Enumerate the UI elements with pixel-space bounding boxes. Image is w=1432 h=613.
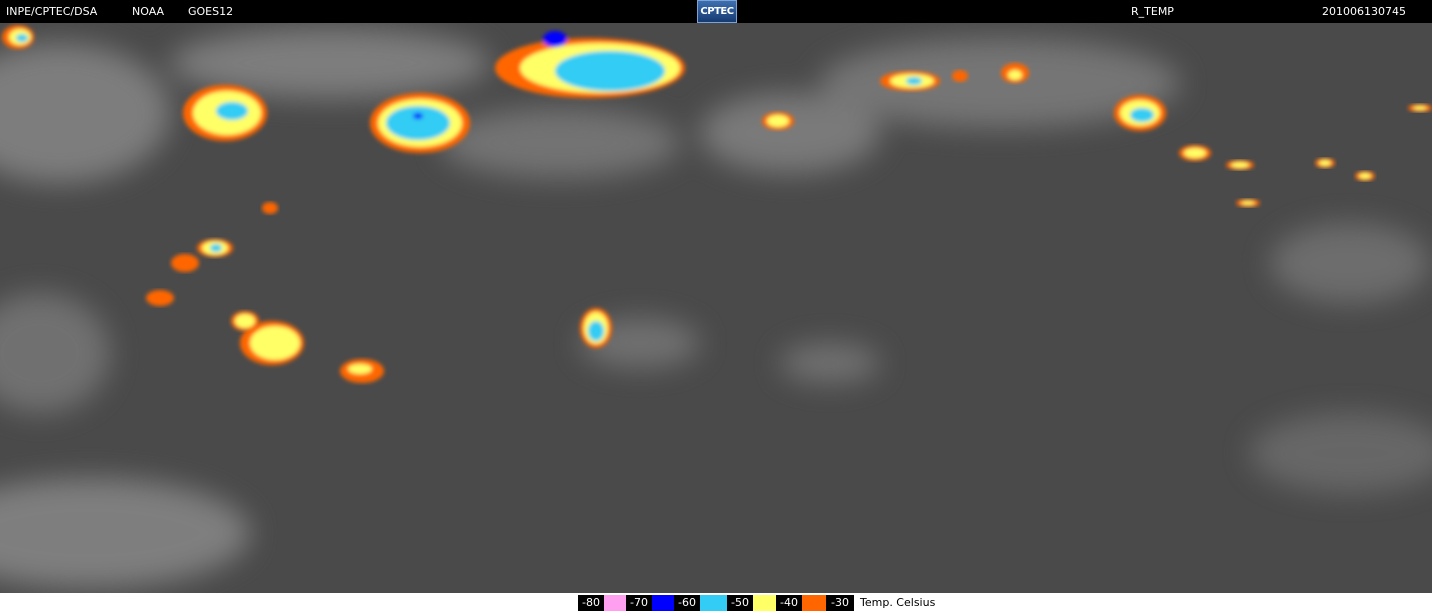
timestamp-label: 201006130745 bbox=[1322, 5, 1406, 18]
storm-cell bbox=[1315, 158, 1335, 168]
source-label: NOAA bbox=[132, 5, 165, 18]
storm-cell bbox=[183, 85, 267, 141]
legend-swatch bbox=[604, 595, 626, 611]
storm-cell bbox=[1179, 145, 1211, 161]
legend-label: -50 bbox=[727, 595, 753, 611]
storm-cell bbox=[952, 70, 968, 82]
storm-cell bbox=[1114, 95, 1166, 131]
satellite-label: GOES12 bbox=[188, 5, 234, 18]
storm-cell bbox=[1236, 199, 1260, 207]
legend-swatch bbox=[700, 595, 727, 611]
storm-cell bbox=[880, 71, 940, 91]
cptec-logo: CPTEC bbox=[697, 0, 737, 23]
legend-unit: Temp. Celsius bbox=[860, 596, 936, 609]
legend-label: -60 bbox=[674, 595, 700, 611]
header-bar: INPE/CPTEC/DSA NOAA GOES12 CPTEC R_TEMP … bbox=[0, 0, 1432, 23]
storm-cell bbox=[762, 112, 794, 130]
legend-swatch bbox=[652, 595, 674, 611]
temperature-legend: -80 -70 -60 -50 -40 -30 Temp. Celsius bbox=[0, 593, 1432, 613]
storm-cell bbox=[340, 359, 384, 383]
storm-cell bbox=[1001, 63, 1029, 83]
storm-cell bbox=[1408, 104, 1432, 112]
legend-label: -80 bbox=[578, 595, 604, 611]
storm-cell bbox=[231, 311, 259, 331]
legend-label: -30 bbox=[826, 595, 854, 611]
storm-cell bbox=[370, 93, 470, 153]
legend-label: -40 bbox=[776, 595, 802, 611]
storm-cell bbox=[197, 239, 233, 257]
storm-cell bbox=[171, 254, 199, 272]
storm-cell bbox=[146, 290, 174, 306]
legend-swatch bbox=[753, 595, 776, 611]
storm-cell bbox=[262, 202, 278, 214]
storm-cell bbox=[580, 308, 612, 348]
product-label: R_TEMP bbox=[1131, 5, 1174, 18]
agency-label: INPE/CPTEC/DSA bbox=[6, 5, 98, 18]
legend-swatch bbox=[802, 595, 826, 611]
legend-label: -70 bbox=[626, 595, 652, 611]
storm-cell bbox=[2, 25, 34, 49]
storm-cell bbox=[1355, 171, 1375, 181]
storm-cell bbox=[1226, 160, 1254, 170]
satellite-image bbox=[0, 23, 1432, 593]
